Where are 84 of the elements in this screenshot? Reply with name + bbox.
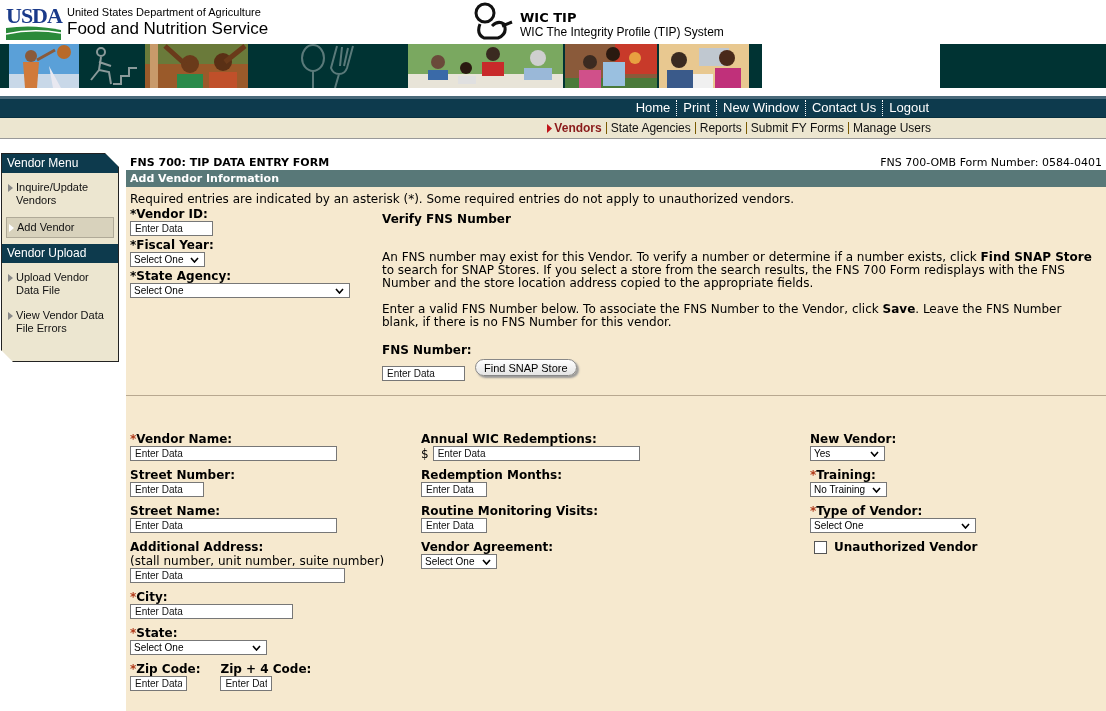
stairs-figure-icon [87, 46, 137, 86]
text-field[interactable]: Enter Data [130, 482, 204, 497]
service-name: Food and Nutrition Service [67, 18, 269, 39]
triangle-right-icon [547, 123, 553, 133]
field-label: Street Name: [130, 504, 222, 518]
nav-link[interactable]: New Window [716, 100, 805, 116]
field-label: *Vendor ID: [130, 207, 209, 221]
agency-name: United States Department of Agriculture [67, 5, 262, 19]
app-subtitle: WIC The Integrity Profile (TIP) System [520, 24, 724, 39]
nav-link[interactable]: Print [676, 100, 717, 116]
text-field[interactable]: Enter Data [421, 518, 487, 533]
field-label: *Training: [810, 468, 877, 482]
field-label: Street Number: [130, 468, 237, 482]
checkbox-label: Unauthorized Vendor [834, 540, 978, 554]
dropdown[interactable]: No Training [810, 482, 887, 497]
field-label: *Type of Vendor: [810, 504, 924, 518]
dropdown[interactable]: Yes [810, 446, 885, 461]
checkbox[interactable] [814, 540, 827, 554]
chevron-down-icon [190, 256, 199, 263]
subnav-link[interactable]: Submit FY Forms [745, 122, 848, 134]
field-label: Redemption Months: [421, 468, 563, 482]
nav-link[interactable]: Contact Us [804, 100, 883, 116]
text-field[interactable]: Enter Data [421, 482, 487, 497]
required-note: Required entries are indicated by an asterisk (*). Some required entries do not apply to unauthorized vendors. [129, 191, 796, 207]
text-field[interactable]: Enter Data [130, 568, 345, 583]
sidebar-item[interactable]: Inquire/Update Vendors [6, 179, 114, 209]
field-label: FNS Number: [382, 343, 473, 357]
field-label: *State Agency: [130, 269, 233, 283]
chevron-down-icon [482, 558, 491, 565]
usda-logo: USDA [6, 4, 61, 40]
field-hint: (stall number, unit number, suite number) [130, 554, 386, 568]
dropdown[interactable]: Select One [810, 518, 976, 533]
app-title: WIC TIP [520, 8, 578, 25]
subnav-link[interactable]: Vendors [543, 122, 606, 134]
chevron-down-icon [335, 287, 344, 294]
text-field[interactable]: Enter Dat [220, 676, 273, 691]
chevron-down-icon [961, 522, 970, 529]
text-field[interactable]: Enter Data [130, 446, 337, 461]
field-label: *City: [130, 590, 169, 604]
field-label: *Zip Code: [130, 662, 201, 676]
chevron-down-icon [872, 486, 881, 493]
chevron-down-icon [252, 644, 261, 651]
form-number: FNS 700-OMB Form Number: 0584-0401 [880, 156, 1102, 170]
field-label: Routine Monitoring Visits: [421, 504, 600, 518]
text-field[interactable]: Enter Data [432, 446, 640, 461]
triangle-right-icon [8, 312, 13, 320]
field-label: New Vendor: [810, 432, 898, 446]
sidebar-item[interactable]: Add Vendor [6, 217, 114, 238]
dropdown[interactable]: Select One [421, 554, 497, 569]
nav-link[interactable]: Home [629, 100, 677, 116]
triangle-right-icon [8, 274, 13, 282]
instruction-text: Enter a valid FNS Number below. To associate the FNS Number to the Vendor, click Save. Leave the FNS Number blank, if there is no FNS Number for this vendor. [382, 303, 1063, 329]
triangle-right-icon [8, 184, 13, 192]
text-field[interactable]: Enter Data [130, 221, 213, 236]
field-label: Vendor Agreement: [421, 540, 555, 554]
field-label: *Fiscal Year: [130, 238, 215, 252]
form-title: FNS 700: TIP DATA ENTRY FORM [130, 156, 330, 170]
text-field[interactable]: Enter Data [130, 604, 293, 619]
section-header: Add Vendor Information [126, 170, 1106, 187]
find-store-button[interactable]: Find SNAP Store [475, 359, 577, 376]
nav-link[interactable]: Logout [882, 100, 935, 116]
field-label: Annual WIC Redemptions: [421, 432, 598, 446]
chevron-down-icon [870, 450, 879, 457]
sidebar-item[interactable]: Upload Vendor Data File [6, 269, 114, 299]
dropdown[interactable]: Select One [130, 640, 267, 655]
field-label: *State: [130, 626, 179, 640]
field-label: Zip + 4 Code: [220, 662, 312, 676]
section-heading: Verify FNS Number [382, 212, 512, 227]
text-field[interactable]: Enter Data [130, 518, 337, 533]
text-field[interactable]: Enter Data [130, 676, 187, 691]
dropdown[interactable]: Select One [130, 283, 350, 298]
text-field[interactable]: Enter Data [382, 366, 465, 381]
sidebar-heading: Vendor Upload [2, 244, 118, 263]
field-label: *Vendor Name: [130, 432, 234, 446]
triangle-right-icon [9, 224, 14, 232]
currency-sign: $ [421, 446, 429, 461]
subnav-link[interactable]: State Agencies [605, 122, 695, 134]
dropdown[interactable]: Select One [130, 252, 205, 267]
subnav-link[interactable]: Manage Users [847, 122, 935, 134]
sidebar-heading: Vendor Menu [2, 154, 118, 173]
field-label: Additional Address: [130, 540, 265, 554]
instruction-text: An FNS number may exist for this Vendor. To verify a number or determine if a number exists, click Find SNAP Store to search for SNAP Stores. If you select a store from the search results, the FNS 700 Form redisplays with the FNS Number and the store location address copied to the appropriate fields. [382, 251, 1093, 290]
subnav-link[interactable]: Reports [694, 122, 746, 134]
sidebar-item[interactable]: View Vendor Data File Errors [6, 307, 114, 337]
